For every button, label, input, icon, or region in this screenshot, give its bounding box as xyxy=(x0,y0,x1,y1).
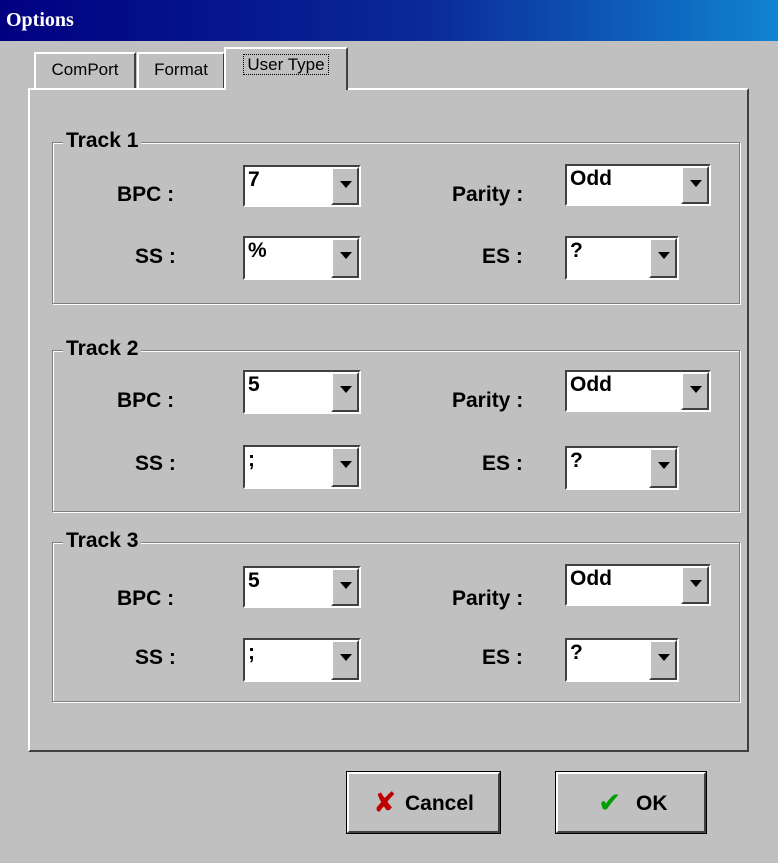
track-2-parity-value: Odd xyxy=(570,373,612,396)
track-1-group: Track 1 BPC : 7 Parity : Odd SS : % ES :… xyxy=(52,129,740,304)
track-3-bpc-select[interactable]: 5 xyxy=(243,566,361,608)
checkmark-icon: ✔ xyxy=(598,787,622,818)
chevron-down-icon xyxy=(658,654,670,661)
track-3-es-value: ? xyxy=(570,641,583,664)
track-3-title: Track 3 xyxy=(63,529,142,553)
chevron-down-icon xyxy=(690,180,702,187)
tab-format[interactable]: Format xyxy=(137,52,225,88)
chevron-down-icon xyxy=(340,461,352,468)
chevron-down-icon xyxy=(340,252,352,259)
track-1-bpc-value: 7 xyxy=(248,168,260,191)
track-3-es-dropdown-button[interactable] xyxy=(649,640,677,680)
track-2-ss-dropdown-button[interactable] xyxy=(331,447,359,487)
track-2-group: Track 2 BPC : 5 Parity : Odd SS : ; ES :… xyxy=(52,337,740,512)
track-1-title: Track 1 xyxy=(63,129,142,153)
track-1-es-label: ES : xyxy=(482,245,523,268)
chevron-down-icon xyxy=(658,252,670,259)
track-2-ss-label: SS : xyxy=(135,452,176,475)
track-3-ss-label: SS : xyxy=(135,646,176,669)
track-2-es-value: ? xyxy=(570,449,583,472)
ok-button[interactable]: ✔ OK xyxy=(555,771,707,834)
track-3-ss-dropdown-button[interactable] xyxy=(331,640,359,680)
track-3-bpc-dropdown-button[interactable] xyxy=(331,568,359,606)
track-2-ss-value: ; xyxy=(248,448,255,471)
track-1-parity-label: Parity : xyxy=(452,183,524,206)
track-1-es-dropdown-button[interactable] xyxy=(649,238,677,278)
track-1-bpc-label: BPC : xyxy=(117,183,175,206)
tab-user-type-label: User Type xyxy=(243,54,329,75)
track-2-title: Track 2 xyxy=(63,337,142,361)
window-title: Options xyxy=(6,9,74,31)
track-2-ss-select[interactable]: ; xyxy=(243,445,361,489)
track-2-parity-dropdown-button[interactable] xyxy=(681,372,709,410)
tab-format-label: Format xyxy=(154,60,208,79)
title-bar[interactable]: Options xyxy=(0,0,778,41)
track-2-es-label: ES : xyxy=(482,452,523,475)
track-1-bpc-select[interactable]: 7 xyxy=(243,165,361,207)
track-3-parity-value: Odd xyxy=(570,567,612,590)
track-1-ss-dropdown-button[interactable] xyxy=(331,238,359,278)
track-3-bpc-value: 5 xyxy=(248,569,260,592)
track-1-ss-value: % xyxy=(248,239,267,262)
track-1-bpc-dropdown-button[interactable] xyxy=(331,167,359,205)
tab-comport[interactable]: ComPort xyxy=(34,52,136,88)
track-2-bpc-label: BPC : xyxy=(117,389,175,412)
track-1-parity-select[interactable]: Odd xyxy=(565,164,711,206)
chevron-down-icon xyxy=(340,386,352,393)
cancel-button[interactable]: ✘ Cancel xyxy=(346,771,501,834)
track-3-ss-select[interactable]: ; xyxy=(243,638,361,682)
track-3-parity-dropdown-button[interactable] xyxy=(681,566,709,604)
track-1-ss-select[interactable]: % xyxy=(243,236,361,280)
track-3-parity-label: Parity : xyxy=(452,587,524,610)
track-2-es-dropdown-button[interactable] xyxy=(649,448,677,488)
track-1-parity-value: Odd xyxy=(570,167,612,190)
tab-comport-label: ComPort xyxy=(51,60,119,79)
chevron-down-icon xyxy=(340,654,352,661)
track-2-bpc-dropdown-button[interactable] xyxy=(331,372,359,412)
track-2-es-select[interactable]: ? xyxy=(565,446,679,490)
chevron-down-icon xyxy=(690,386,702,393)
x-icon: ✘ xyxy=(373,787,397,818)
track-1-es-value: ? xyxy=(570,239,583,262)
track-1-es-select[interactable]: ? xyxy=(565,236,679,280)
tab-user-type[interactable]: User Type xyxy=(224,47,348,90)
track-3-es-label: ES : xyxy=(482,646,523,669)
track-2-parity-label: Parity : xyxy=(452,389,524,412)
track-3-ss-value: ; xyxy=(248,641,255,664)
track-1-ss-label: SS : xyxy=(135,245,176,268)
track-1-parity-dropdown-button[interactable] xyxy=(681,166,709,204)
chevron-down-icon xyxy=(340,582,352,589)
cancel-button-label: Cancel xyxy=(405,792,474,815)
track-2-parity-select[interactable]: Odd xyxy=(565,370,711,412)
track-3-parity-select[interactable]: Odd xyxy=(565,564,711,606)
track-2-bpc-select[interactable]: 5 xyxy=(243,370,361,414)
chevron-down-icon xyxy=(658,462,670,469)
ok-button-label: OK xyxy=(636,792,668,815)
chevron-down-icon xyxy=(340,181,352,188)
track-2-bpc-value: 5 xyxy=(248,373,260,396)
track-3-group: Track 3 BPC : 5 Parity : Odd SS : ; ES :… xyxy=(52,529,740,702)
chevron-down-icon xyxy=(690,580,702,587)
track-3-bpc-label: BPC : xyxy=(117,587,175,610)
track-3-es-select[interactable]: ? xyxy=(565,638,679,682)
